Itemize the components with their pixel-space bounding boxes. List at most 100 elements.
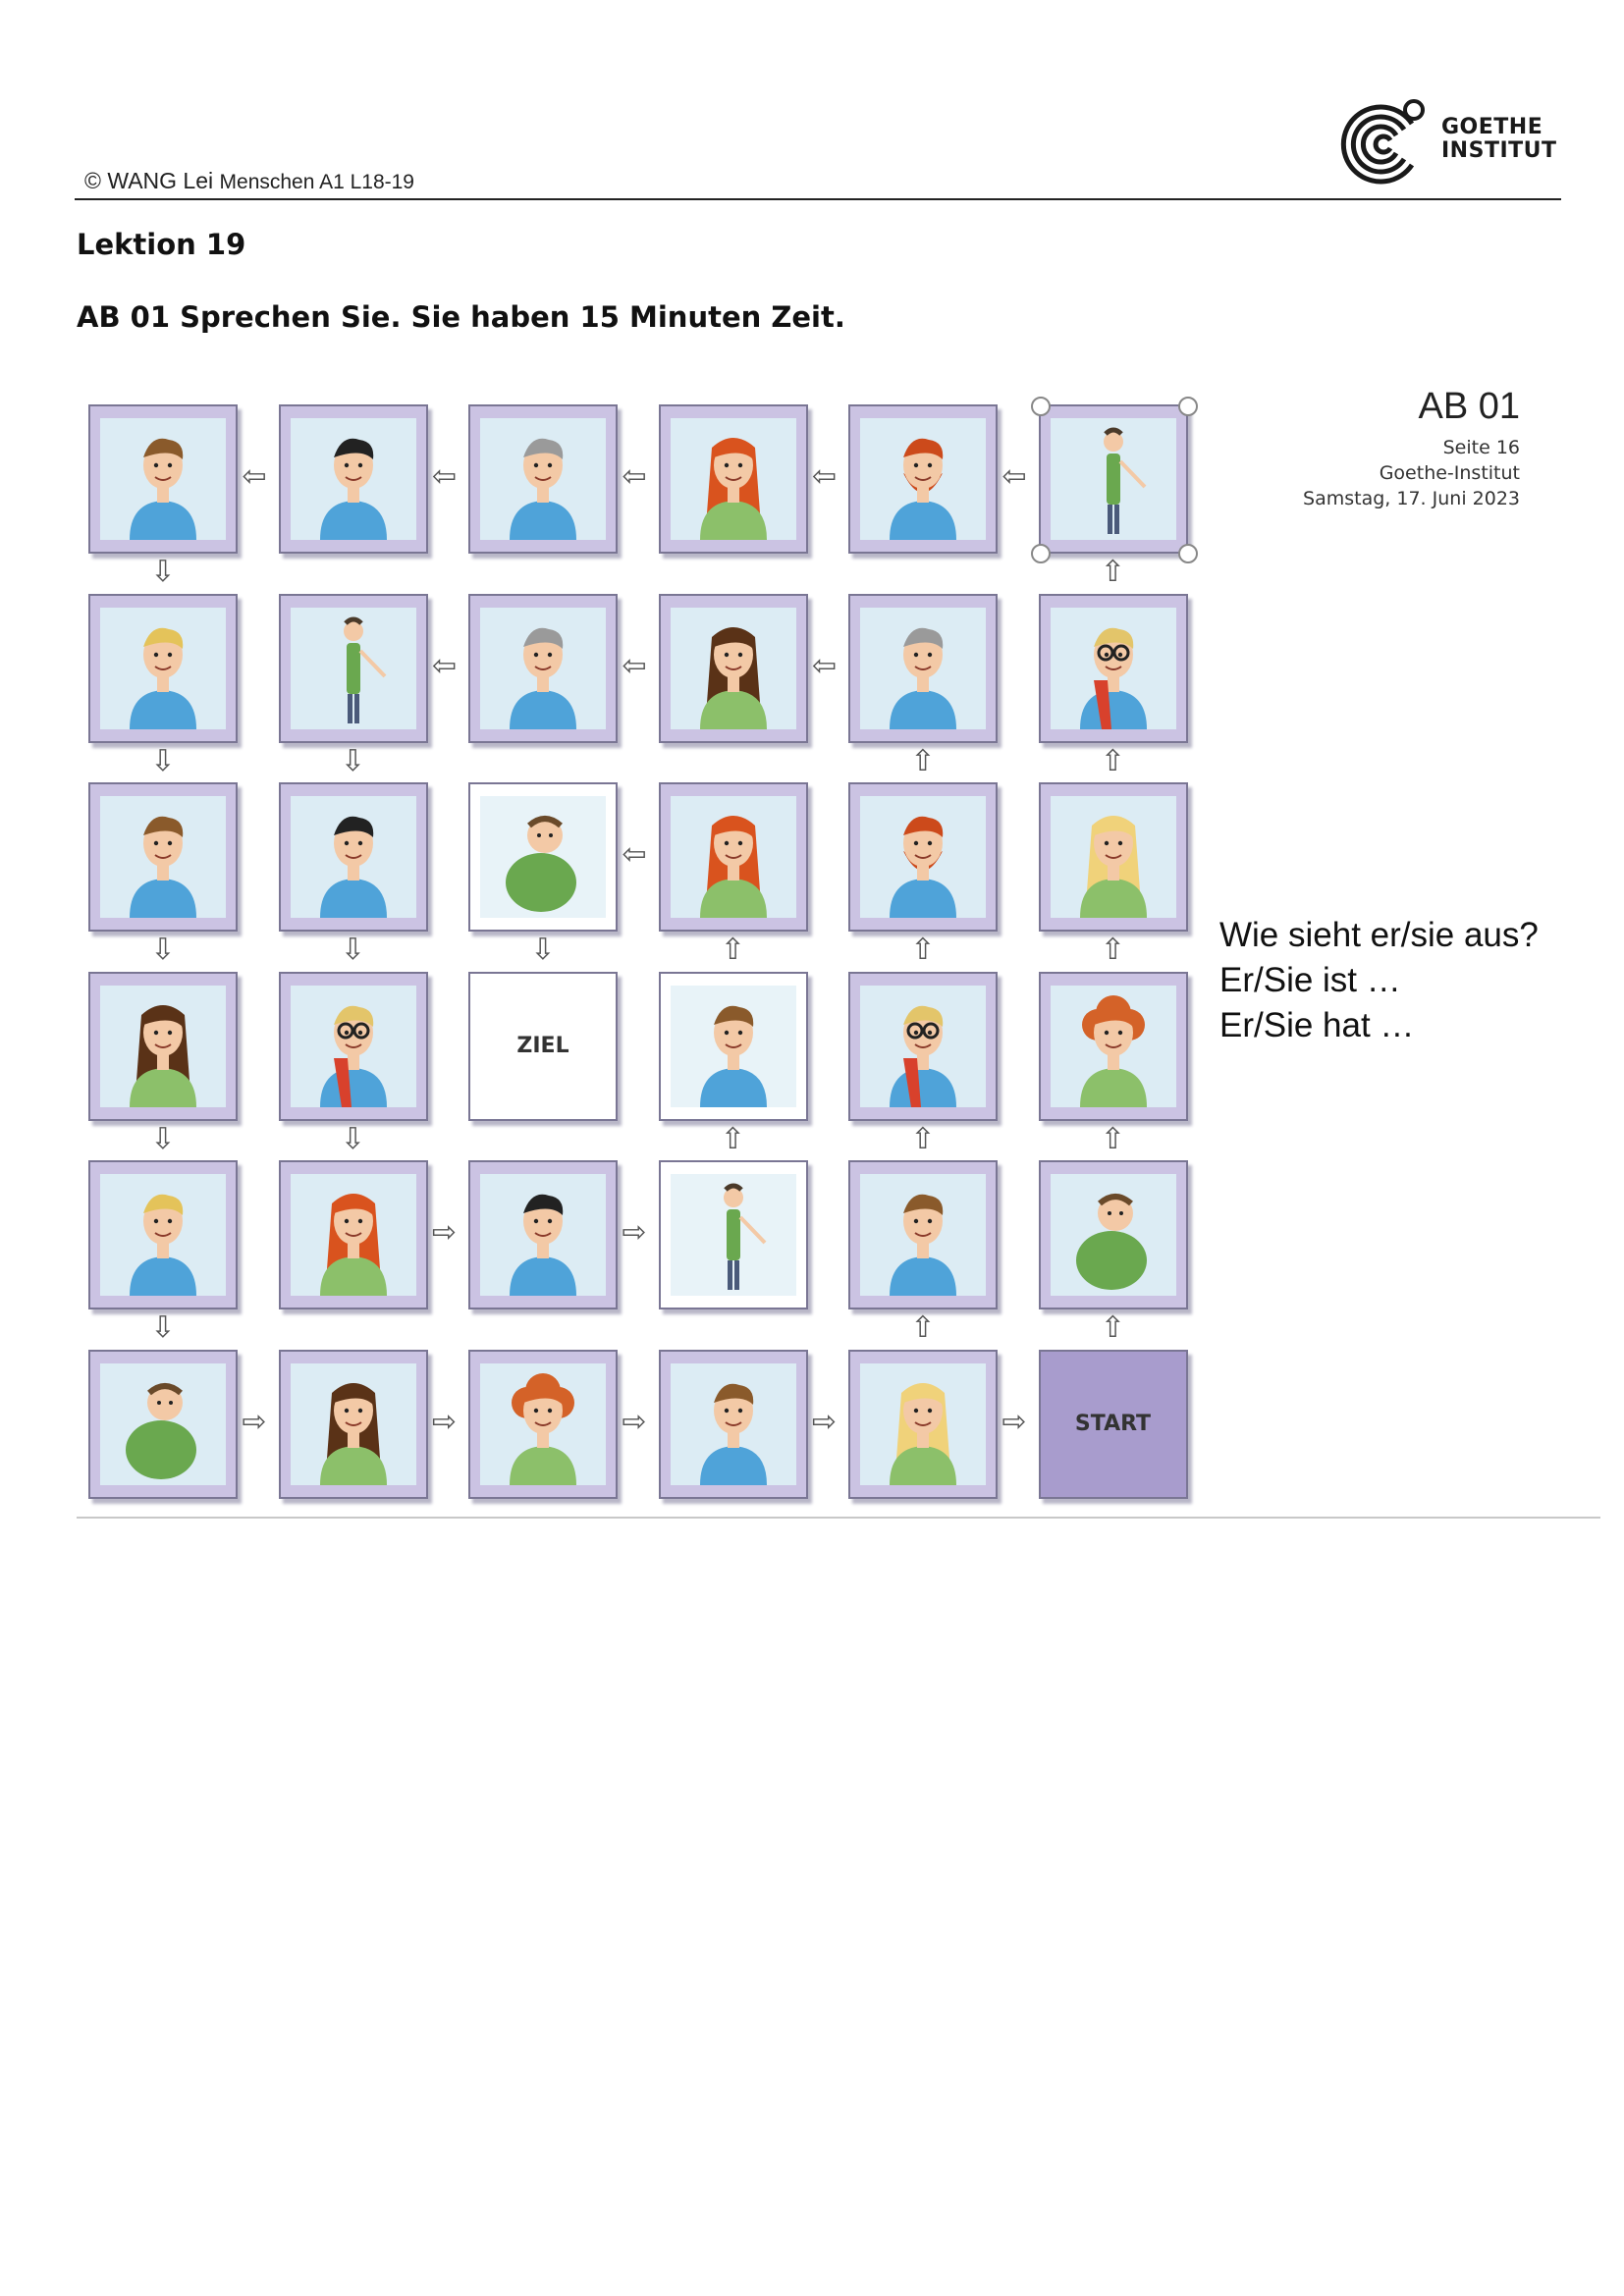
prompt-is: Er/Sie ist … bbox=[1219, 961, 1401, 999]
arrow-up-icon: ⇧ bbox=[1100, 933, 1126, 967]
board-square bbox=[848, 593, 998, 743]
arrow-right-icon: ⇨ bbox=[1001, 1404, 1027, 1439]
arrow-left-icon: ⇦ bbox=[431, 459, 458, 494]
goethe-logo-icon bbox=[1340, 99, 1425, 185]
board-square bbox=[88, 782, 238, 932]
arrow-up-icon: ⇧ bbox=[1100, 1121, 1126, 1156]
selection-handle[interactable] bbox=[1177, 397, 1198, 416]
arrow-left-icon: ⇦ bbox=[242, 459, 267, 494]
task-title: AB 01 Sprechen Sie. Sie haben 15 Minuten… bbox=[77, 300, 845, 334]
arrow-down-icon: ⇩ bbox=[340, 933, 366, 967]
board-square bbox=[658, 782, 808, 932]
arrow-left-icon: ⇦ bbox=[622, 459, 647, 494]
logo-text: GOETHE INSTITUT bbox=[1441, 116, 1557, 163]
man-short-hair-illustration bbox=[670, 1362, 796, 1485]
date: Samstag, 17. Juni 2023 bbox=[1303, 488, 1520, 509]
copyright-text: © WANG Lei bbox=[84, 168, 214, 193]
course-text: Menschen A1 L18-19 bbox=[219, 171, 414, 193]
board-square bbox=[468, 404, 618, 554]
board-square bbox=[88, 1349, 238, 1499]
start-label: START bbox=[1074, 1412, 1152, 1436]
board-game: AB 01 Seite 16 Goethe-Institut Samstag, … bbox=[77, 378, 1600, 1519]
selection-handle[interactable] bbox=[1030, 397, 1051, 416]
board-square bbox=[1038, 1160, 1188, 1309]
selection-handle[interactable] bbox=[1177, 544, 1198, 563]
man-short-hair-illustration bbox=[100, 418, 226, 540]
man-grey-hair-illustration bbox=[480, 418, 606, 540]
arrow-down-icon: ⇩ bbox=[530, 933, 556, 967]
board-square bbox=[658, 1160, 808, 1309]
woman-blond-hair-illustration bbox=[860, 1362, 986, 1485]
woman-long-brown-hair-illustration bbox=[670, 607, 796, 729]
selection-handle[interactable] bbox=[1030, 544, 1051, 563]
board-square bbox=[848, 1160, 998, 1309]
board-square bbox=[1038, 782, 1188, 932]
man-glasses-red-scarf-illustration bbox=[860, 985, 986, 1107]
lesson-title: Lektion 19 bbox=[77, 228, 246, 261]
man-red-beard-illustration bbox=[860, 418, 986, 540]
logo-line-1: GOETHE bbox=[1441, 115, 1543, 139]
man-short-hair-illustration bbox=[670, 985, 796, 1107]
man-grey-hair-illustration bbox=[480, 607, 606, 729]
tall-thin-man-illustration bbox=[1050, 418, 1176, 540]
board-square bbox=[848, 1349, 998, 1499]
start-square: START bbox=[1038, 1349, 1188, 1499]
man-blond-hair-illustration bbox=[100, 1174, 226, 1296]
goal-square: ZIEL bbox=[468, 971, 618, 1121]
fat-man-illustration bbox=[1050, 1174, 1176, 1296]
arrow-down-icon: ⇩ bbox=[150, 1121, 176, 1156]
board-square bbox=[848, 404, 998, 554]
arrow-up-icon: ⇧ bbox=[1100, 555, 1126, 589]
board-square bbox=[468, 782, 618, 932]
board-square bbox=[1038, 593, 1188, 743]
publisher: Goethe-Institut bbox=[1379, 462, 1520, 484]
arrow-up-icon: ⇧ bbox=[720, 1121, 746, 1156]
board-square bbox=[88, 1160, 238, 1309]
fat-man-illustration bbox=[480, 796, 606, 918]
arrow-right-icon: ⇨ bbox=[622, 1404, 647, 1439]
arrow-up-icon: ⇧ bbox=[720, 933, 746, 967]
copyright-line: © WANG Lei Menschen A1 L18-19 bbox=[84, 168, 414, 194]
board-square bbox=[278, 1349, 428, 1499]
arrow-down-icon: ⇩ bbox=[340, 1121, 366, 1156]
arrow-up-icon: ⇧ bbox=[910, 743, 936, 778]
arrow-down-icon: ⇩ bbox=[340, 743, 366, 778]
arrow-down-icon: ⇩ bbox=[150, 1310, 176, 1345]
man-glasses-red-scarf-illustration bbox=[1050, 607, 1176, 729]
board-square bbox=[658, 404, 808, 554]
arrow-left-icon: ⇦ bbox=[1001, 459, 1027, 494]
woman-long-red-hair-illustration bbox=[290, 1174, 416, 1296]
woman-long-brown-hair-illustration bbox=[290, 1362, 416, 1485]
board-square bbox=[278, 971, 428, 1121]
man-black-hair-illustration bbox=[480, 1174, 606, 1296]
page-header: © WANG Lei Menschen A1 L18-19 GOETHE INS… bbox=[75, 90, 1561, 200]
board-square bbox=[88, 593, 238, 743]
man-short-hair-illustration bbox=[860, 1174, 986, 1296]
tall-thin-man-illustration bbox=[670, 1174, 796, 1296]
board-square bbox=[848, 782, 998, 932]
man-grey-hair-illustration bbox=[860, 607, 986, 729]
tall-thin-man-illustration bbox=[290, 607, 416, 729]
man-red-beard-illustration bbox=[860, 796, 986, 918]
man-black-hair-illustration bbox=[290, 796, 416, 918]
board-square bbox=[278, 404, 428, 554]
arrow-right-icon: ⇨ bbox=[811, 1404, 838, 1439]
arrow-left-icon: ⇦ bbox=[811, 648, 838, 683]
goal-label: ZIEL bbox=[516, 1034, 569, 1058]
fat-man-illustration bbox=[100, 1362, 226, 1485]
prompt-has: Er/Sie hat … bbox=[1219, 1006, 1415, 1044]
woman-curly-red-hair-illustration bbox=[480, 1362, 606, 1485]
woman-long-red-hair-illustration bbox=[670, 796, 796, 918]
board-square bbox=[1038, 971, 1188, 1121]
board-square bbox=[88, 971, 238, 1121]
arrow-right-icon: ⇨ bbox=[622, 1215, 647, 1250]
woman-curly-red-hair-illustration bbox=[1050, 985, 1176, 1107]
board-square bbox=[468, 1349, 618, 1499]
board-square bbox=[658, 971, 808, 1121]
woman-long-brown-hair-illustration bbox=[100, 985, 226, 1107]
arrow-right-icon: ⇨ bbox=[431, 1215, 458, 1250]
ab-title: AB 01 bbox=[1418, 386, 1520, 427]
board-square bbox=[1038, 404, 1188, 554]
arrow-up-icon: ⇧ bbox=[910, 1310, 936, 1345]
board-square bbox=[278, 782, 428, 932]
